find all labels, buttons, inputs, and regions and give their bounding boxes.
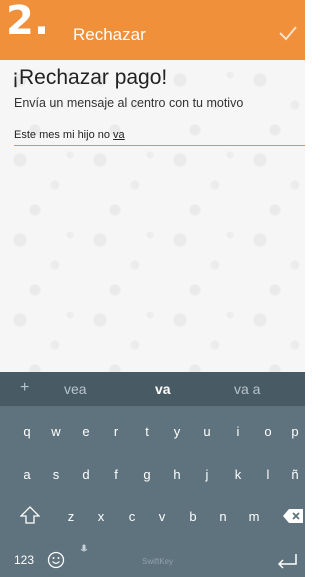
message-text: Este mes mi hijo no bbox=[14, 129, 114, 141]
dialog-subtitle: Envía un mensaje al centro con tu motivo bbox=[14, 96, 244, 110]
key-d[interactable]: d bbox=[76, 467, 96, 482]
key-r[interactable]: r bbox=[106, 424, 126, 439]
key-c[interactable]: c bbox=[122, 509, 142, 524]
suggestion-2[interactable]: va bbox=[155, 381, 171, 397]
key-a[interactable]: a bbox=[17, 467, 37, 482]
key-g[interactable]: g bbox=[137, 467, 157, 482]
suggestion-1[interactable]: vea bbox=[64, 381, 87, 397]
key-b[interactable]: b bbox=[183, 509, 203, 524]
key-n[interactable]: n bbox=[213, 509, 233, 524]
key-h[interactable]: h bbox=[167, 467, 187, 482]
message-input[interactable]: Este mes mi hijo no va bbox=[14, 126, 305, 146]
shift-icon[interactable] bbox=[20, 506, 40, 524]
backspace-icon[interactable] bbox=[282, 508, 304, 524]
key-x[interactable]: x bbox=[91, 509, 111, 524]
key-k[interactable]: k bbox=[228, 467, 248, 482]
key-y[interactable]: y bbox=[167, 424, 187, 439]
key-z[interactable]: z bbox=[61, 509, 81, 524]
mic-icon[interactable] bbox=[80, 544, 88, 554]
key-o[interactable]: o bbox=[258, 424, 278, 439]
enter-icon[interactable] bbox=[275, 552, 299, 570]
keyboard: + vea va va a q w e r t y u i o p a s d … bbox=[0, 372, 305, 577]
key-enye[interactable]: ñ bbox=[285, 467, 305, 482]
page-title: Rechazar bbox=[73, 25, 146, 44]
step-badge: 2. bbox=[0, 0, 56, 46]
emoji-icon[interactable] bbox=[47, 551, 65, 569]
numbers-key[interactable]: 123 bbox=[10, 553, 38, 567]
key-u[interactable]: u bbox=[197, 424, 217, 439]
key-j[interactable]: j bbox=[197, 467, 217, 482]
check-icon[interactable] bbox=[277, 22, 299, 44]
suggestion-bar: + vea va va a bbox=[0, 372, 305, 406]
key-p[interactable]: p bbox=[285, 424, 305, 439]
key-f[interactable]: f bbox=[106, 467, 126, 482]
key-t[interactable]: t bbox=[137, 424, 157, 439]
key-q[interactable]: q bbox=[17, 424, 37, 439]
key-s[interactable]: s bbox=[46, 467, 66, 482]
key-w[interactable]: w bbox=[46, 424, 66, 439]
key-i[interactable]: i bbox=[228, 424, 248, 439]
key-e[interactable]: e bbox=[76, 424, 96, 439]
swiftkey-logo[interactable]: SwiftKey bbox=[142, 557, 173, 566]
key-m[interactable]: m bbox=[244, 509, 264, 524]
dialog-title: ¡Rechazar pago! bbox=[12, 66, 168, 89]
suggestion-3[interactable]: va a bbox=[234, 381, 260, 397]
key-v[interactable]: v bbox=[152, 509, 172, 524]
message-last-word: va bbox=[113, 129, 125, 141]
key-l[interactable]: l bbox=[258, 467, 278, 482]
plus-icon[interactable]: + bbox=[20, 379, 29, 397]
